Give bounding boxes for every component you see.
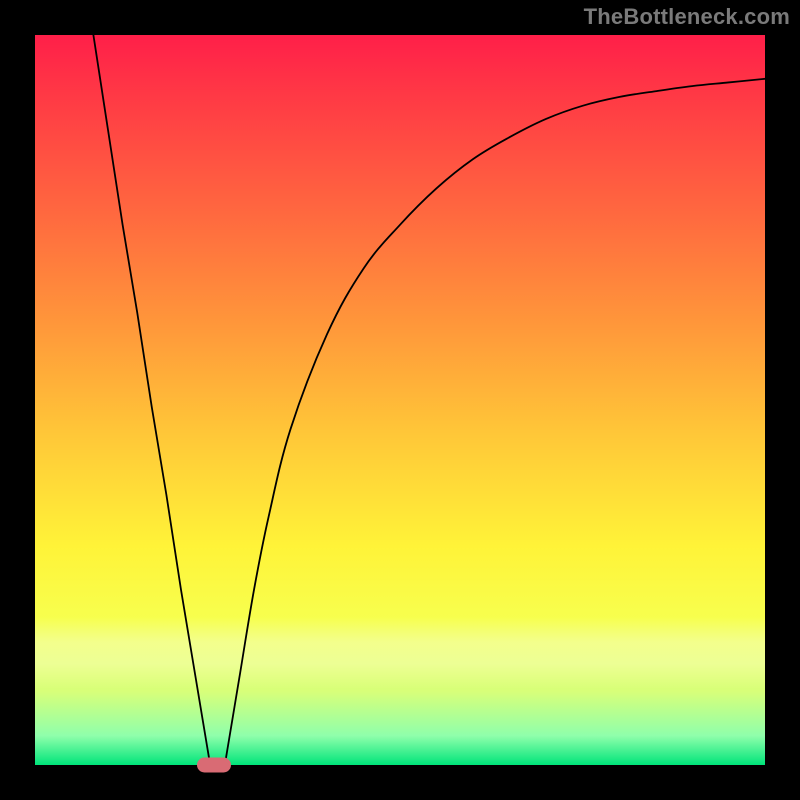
watermark-text: TheBottleneck.com — [584, 4, 790, 30]
chart-frame: TheBottleneck.com — [0, 0, 800, 800]
plot-area — [35, 35, 765, 765]
pale-band — [35, 617, 765, 689]
curve-path — [93, 35, 765, 765]
min-marker — [197, 758, 231, 773]
curve-svg — [35, 35, 765, 765]
